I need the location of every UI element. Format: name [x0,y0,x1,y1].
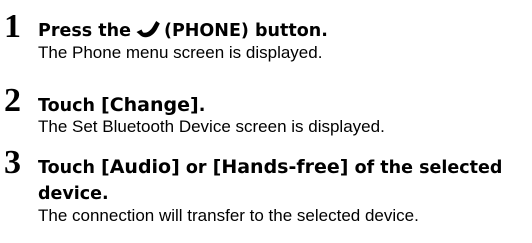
change-button-label: [Change] [101,94,199,116]
step-number: 2 [4,82,21,119]
step-title: Press the (PHONE) button. [38,18,328,44]
step-description: The connection will transfer to the sele… [38,206,419,225]
step-title-prefix: Touch [38,96,95,116]
step-title-prefix: Touch [38,158,95,178]
step-title-middle: or [185,158,207,178]
step-title: Touch [Change]. [38,92,205,119]
step-number: 3 [4,144,21,181]
step-title-prefix: Press the [38,21,131,41]
step-title: Touch [Audio] or [Hands-free] of the sel… [38,154,528,207]
step-description: The Set Bluetooth Device screen is displ… [38,117,385,136]
hands-free-button-label: [Hands-free] [212,156,349,178]
step-title-suffix: (PHONE) button. [163,21,328,41]
step-description: The Phone menu screen is displayed. [38,43,323,62]
audio-button-label: [Audio] [101,156,180,178]
step-number: 1 [4,8,21,45]
step-title-suffix: . [198,96,206,116]
phone-icon [135,18,161,40]
